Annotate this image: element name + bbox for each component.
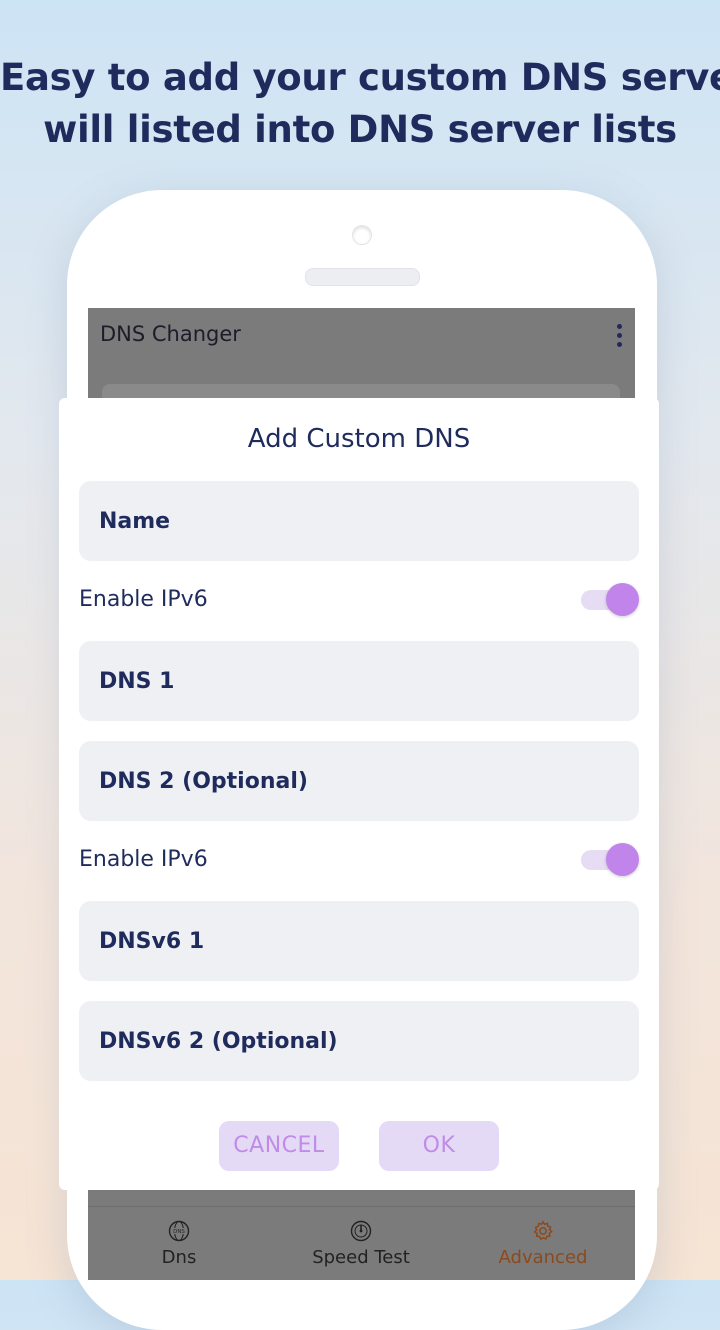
name-input[interactable] [79, 481, 639, 561]
enable-ipv6-toggle-1[interactable] [579, 583, 639, 617]
nav-item-advanced[interactable]: Advanced [452, 1207, 634, 1280]
enable-ipv6-toggle-2[interactable] [579, 843, 639, 877]
cancel-button[interactable]: CANCEL [219, 1121, 339, 1171]
phone-camera [352, 225, 372, 245]
nav-label-speed-test: Speed Test [312, 1247, 410, 1268]
dialog-title: Add Custom DNS [247, 424, 471, 454]
app-title: DNS Changer [100, 322, 241, 346]
dnsv6-1-input[interactable] [79, 901, 639, 981]
enable-ipv6-row-1: Enable IPv6 [79, 581, 639, 621]
dns1-input[interactable] [79, 641, 639, 721]
more-vert-icon[interactable] [615, 324, 623, 352]
enable-ipv6-row-2: Enable IPv6 [79, 841, 639, 881]
svg-text:DNS: DNS [173, 1229, 185, 1235]
dns-globe-icon: DNS [168, 1220, 190, 1242]
bottom-navigation: DNS Dns Speed Test Advanced [88, 1206, 635, 1280]
ok-button[interactable]: OK [379, 1121, 499, 1171]
nav-label-dns: Dns [161, 1247, 197, 1268]
phone-speaker [305, 268, 420, 286]
promo-headline-line1: Easy to add your custom DNS server [0, 56, 720, 99]
promo-headline: Easy to add your custom DNS server will … [0, 52, 720, 156]
nav-item-speed-test[interactable]: Speed Test [270, 1207, 452, 1280]
nav-label-advanced: Advanced [498, 1247, 588, 1268]
enable-ipv6-label-2: Enable IPv6 [79, 847, 208, 872]
dns2-input[interactable] [79, 741, 639, 821]
gear-icon [533, 1220, 553, 1241]
dnsv6-2-input[interactable] [79, 1001, 639, 1081]
enable-ipv6-label-1: Enable IPv6 [79, 587, 208, 612]
add-custom-dns-dialog: Add Custom DNS Enable IPv6 Enable IPv6 C… [59, 398, 659, 1190]
promo-headline-line2: will listed into DNS server lists [43, 108, 677, 151]
speedometer-icon [350, 1220, 372, 1242]
nav-item-dns[interactable]: DNS Dns [88, 1207, 270, 1280]
